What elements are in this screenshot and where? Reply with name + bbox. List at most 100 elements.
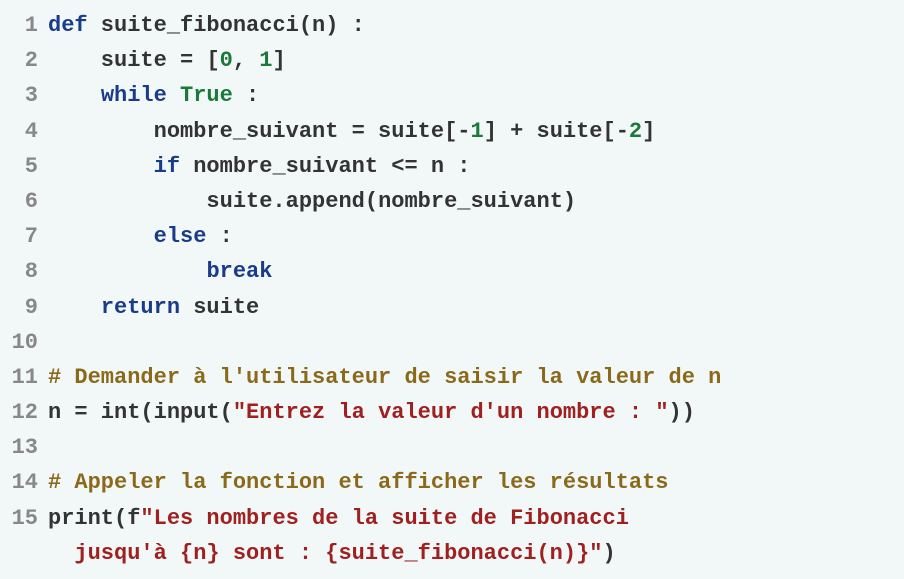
token-kw: else [154,224,207,249]
token-paren: ( [140,400,153,425]
line-number: 12 [0,395,48,430]
code-content: # Demander à l'utilisateur de saisir la … [48,360,721,395]
code-content: suite = [0, 1] [48,43,286,78]
token-op: - [457,119,470,144]
token-paren: ( [299,13,312,38]
code-content: nombre_suivant = suite[-1] + suite[-2] [48,114,655,149]
line-number: 3 [0,78,48,113]
token-ident: suite_fibonacci [88,13,299,38]
token-str: jusqu'à {n} sont : {suite_fibonacci(n)}" [48,541,603,566]
token-paren: ] [484,119,497,144]
token-num: 1 [470,119,483,144]
code-line: 10 [0,325,904,360]
token-op: = [74,400,87,425]
line-number: 10 [0,325,48,360]
token-op: : [457,154,470,179]
token-op: = [180,48,193,73]
code-line: jusqu'à {n} sont : {suite_fibonacci(n)}"… [0,536,904,571]
code-line: 4 nombre_suivant = suite[-1] + suite[-2] [0,114,904,149]
token-paren: [ [206,48,219,73]
code-content: print(f"Les nombres de la suite de Fibon… [48,501,629,536]
token-paren: ) [325,13,338,38]
line-number: 13 [0,430,48,465]
line-number: 2 [0,43,48,78]
token-ident: nombre_suivant [180,154,391,179]
code-content: # Appeler la fonction et afficher les ré… [48,465,669,500]
token-ident: print [48,506,114,531]
token-ident [193,48,206,73]
token-ident: n [312,13,325,38]
token-ident: input [154,400,220,425]
token-ident: suite.append [48,189,365,214]
token-paren: ( [220,400,233,425]
token-paren: ) [603,541,616,566]
code-line: 5 if nombre_suivant <= n : [0,149,904,184]
code-content: suite.append(nombre_suivant) [48,184,576,219]
token-op: : [338,13,364,38]
code-line: 1def suite_fibonacci(n) : [0,8,904,43]
code-content: jusqu'à {n} sont : {suite_fibonacci(n)}"… [48,536,616,571]
token-ident [167,83,180,108]
line-number: 9 [0,290,48,325]
token-op: : [233,83,259,108]
line-number: 15 [0,501,48,536]
token-paren: ) [563,189,576,214]
token-ident: nombre_suivant [48,119,352,144]
token-op: <= [391,154,417,179]
token-op: , [233,48,259,73]
token-ident: suite [180,295,259,320]
token-paren: ( [365,189,378,214]
line-number: 1 [0,8,48,43]
token-num: 0 [220,48,233,73]
token-bool: True [180,83,233,108]
line-number: 8 [0,254,48,289]
line-number: 11 [0,360,48,395]
code-content: else : [48,219,233,254]
token-comment: # Appeler la fonction et afficher les ré… [48,470,669,495]
token-op: + [497,119,537,144]
token-ident: int [88,400,141,425]
token-kw: return [101,295,180,320]
token-kw: break [206,259,272,284]
token-ident [48,259,206,284]
token-ident [48,224,154,249]
token-str: "Les nombres de la suite de Fibonacci [140,506,628,531]
token-ident: nombre_suivant [378,189,563,214]
token-op: - [616,119,629,144]
token-ident [48,154,154,179]
line-number: 6 [0,184,48,219]
code-line: 14# Appeler la fonction et afficher les … [0,465,904,500]
code-line: 11# Demander à l'utilisateur de saisir l… [0,360,904,395]
line-number: 7 [0,219,48,254]
token-paren: ( [114,506,127,531]
token-num: 2 [629,119,642,144]
code-line: 15print(f"Les nombres de la suite de Fib… [0,501,904,536]
token-kw: while [101,83,167,108]
code-line: 7 else : [0,219,904,254]
token-op: = [352,119,365,144]
token-ident: suite [48,48,180,73]
token-paren: )) [669,400,695,425]
line-number: 5 [0,149,48,184]
token-ident: n [418,154,458,179]
token-op: : [206,224,232,249]
token-ident [48,83,101,108]
token-kw: def [48,13,88,38]
line-number: 14 [0,465,48,500]
token-paren: [ [603,119,616,144]
code-line: 2 suite = [0, 1] [0,43,904,78]
token-paren: [ [444,119,457,144]
token-paren: ] [272,48,285,73]
token-paren: ] [642,119,655,144]
code-content: while True : [48,78,259,113]
code-line: 3 while True : [0,78,904,113]
token-ident: n [48,400,74,425]
code-line: 13 [0,430,904,465]
token-str: "Entrez la valeur d'un nombre : " [233,400,669,425]
token-ident: suite [537,119,603,144]
code-block: 1def suite_fibonacci(n) :2 suite = [0, 1… [0,8,904,571]
code-content: def suite_fibonacci(n) : [48,8,365,43]
code-content: break [48,254,272,289]
token-ident: f [127,506,140,531]
line-number: 4 [0,114,48,149]
